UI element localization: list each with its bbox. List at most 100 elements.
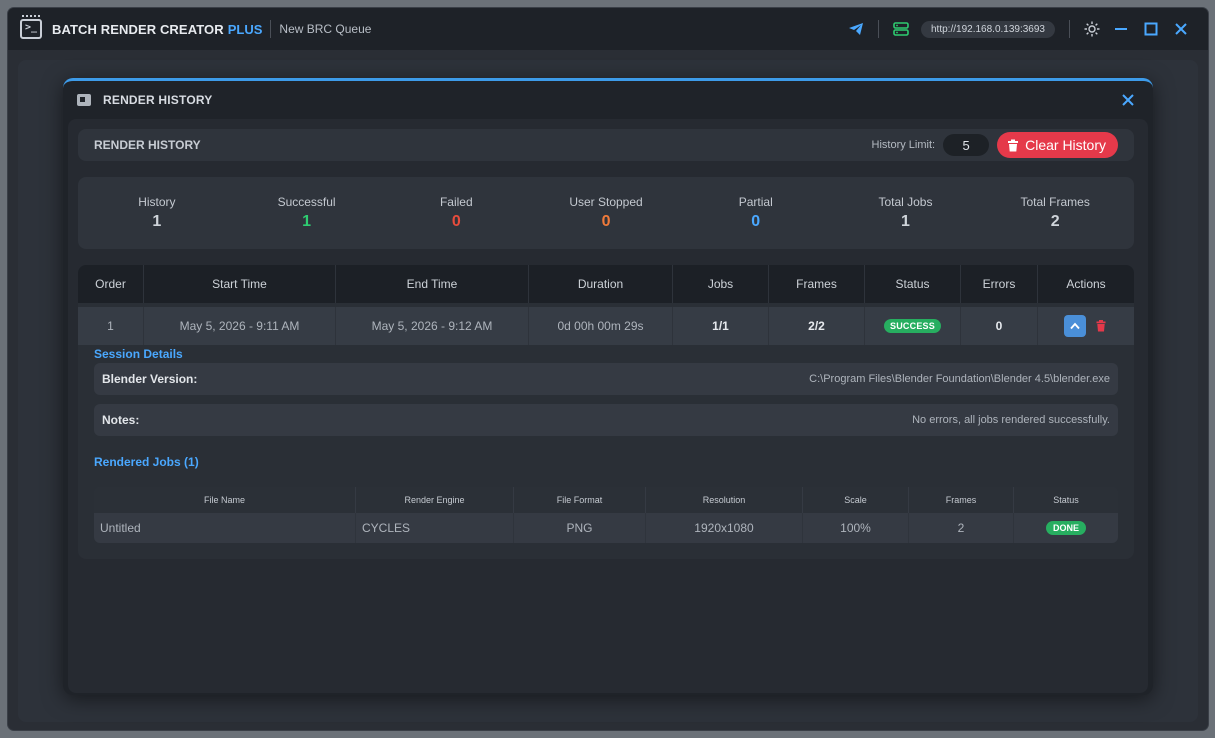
history-limit-label: History Limit: bbox=[871, 139, 936, 151]
job-row[interactable]: Untitled CYCLES PNG 1920x1080 100% 2 DON… bbox=[94, 513, 1118, 543]
job-status: DONE bbox=[1014, 513, 1118, 543]
stat-value: 0 bbox=[601, 213, 611, 230]
column-header[interactable]: Errors bbox=[961, 265, 1038, 303]
chevron-up-icon[interactable] bbox=[1064, 315, 1086, 337]
modal-title: RENDER HISTORY bbox=[103, 93, 213, 107]
cell-end-time: May 5, 2026 - 9:12 AM bbox=[336, 307, 529, 345]
column-header[interactable]: End Time bbox=[336, 265, 529, 303]
cell-status: SUCCESS bbox=[865, 307, 961, 345]
cell-actions bbox=[1038, 307, 1134, 345]
title-divider bbox=[270, 20, 272, 38]
job-frames: 2 bbox=[909, 513, 1014, 543]
stat-label: Total Jobs bbox=[878, 195, 933, 209]
stat-value: 0 bbox=[451, 213, 461, 230]
send-icon[interactable] bbox=[842, 15, 870, 43]
modal-close-icon[interactable] bbox=[1117, 89, 1139, 111]
column-header[interactable]: Order bbox=[78, 265, 144, 303]
column-header: Actions bbox=[1066, 277, 1106, 291]
stat-label: Partial bbox=[738, 195, 773, 209]
table-header: Order Start Time End Time Duration Jobs … bbox=[78, 265, 1134, 303]
cell-duration: 0d 00h 00m 29s bbox=[529, 307, 673, 345]
stat-total-frames: Total Frames 2 bbox=[980, 195, 1130, 231]
sun-icon[interactable] bbox=[1078, 15, 1106, 43]
stat-value: 2 bbox=[1050, 213, 1060, 230]
close-icon[interactable] bbox=[1166, 15, 1196, 43]
history-limit-input[interactable] bbox=[943, 134, 990, 156]
stats-panel: History 1 Successful 1 Failed 0 User Sto… bbox=[78, 177, 1134, 249]
maximize-icon[interactable] bbox=[1136, 15, 1166, 43]
stat-user-stopped: User Stopped 0 bbox=[531, 195, 681, 231]
app-name: BATCH RENDER CREATOR bbox=[52, 21, 224, 37]
stat-label: User Stopped bbox=[569, 195, 643, 209]
cell-errors: 0 bbox=[961, 307, 1038, 345]
stat-history: History 1 bbox=[82, 195, 232, 231]
column-header[interactable]: Start Time bbox=[144, 265, 336, 303]
status-badge: SUCCESS bbox=[884, 319, 941, 333]
terminal-window-icon: >_ bbox=[20, 15, 42, 39]
column-header[interactable]: Jobs bbox=[673, 265, 769, 303]
job-status-badge: DONE bbox=[1045, 521, 1086, 535]
column-header: Scale bbox=[803, 487, 909, 513]
column-header[interactable]: Duration bbox=[529, 265, 673, 303]
table-row[interactable]: 1 May 5, 2026 - 9:11 AM May 5, 2026 - 9:… bbox=[78, 307, 1134, 345]
cell-jobs: 1/1 bbox=[673, 307, 769, 345]
column-header: File Format bbox=[514, 487, 646, 513]
clear-history-button[interactable]: Clear History bbox=[997, 132, 1118, 158]
blender-version-label: Blender Version: bbox=[102, 372, 198, 386]
stat-label: History bbox=[138, 195, 176, 209]
trash-icon bbox=[1008, 139, 1019, 151]
modal-header: RENDER HISTORY bbox=[63, 81, 1153, 119]
stat-value: 1 bbox=[152, 213, 162, 230]
title-divider bbox=[1069, 20, 1070, 38]
notes-row: Notes: No errors, all jobs rendered succ… bbox=[94, 404, 1118, 436]
clear-history-label: Clear History bbox=[1025, 137, 1106, 153]
stat-value: 0 bbox=[751, 213, 761, 230]
stat-value: 1 bbox=[901, 213, 910, 230]
server-url[interactable]: http://192.168.0.139:3693 bbox=[921, 20, 1055, 38]
trash-icon[interactable] bbox=[1094, 319, 1108, 333]
notes-label: Notes: bbox=[102, 413, 140, 427]
stat-total-jobs: Total Jobs 1 bbox=[831, 195, 981, 231]
section-title: RENDER HISTORY bbox=[94, 138, 201, 152]
stat-label: Failed bbox=[439, 195, 473, 209]
job-file-name: Untitled bbox=[94, 513, 356, 543]
session-details-title: Session Details bbox=[94, 347, 183, 361]
job-scale: 100% bbox=[803, 513, 909, 543]
title-divider bbox=[878, 20, 879, 38]
stat-value: 1 bbox=[302, 213, 312, 230]
history-folder-icon bbox=[77, 94, 91, 106]
job-render-engine: CYCLES bbox=[356, 513, 514, 543]
blender-version-row: Blender Version: C:\Program Files\Blende… bbox=[94, 363, 1118, 395]
column-header[interactable]: Frames bbox=[769, 265, 865, 303]
job-resolution: 1920x1080 bbox=[646, 513, 803, 543]
stat-successful: Successful 1 bbox=[232, 195, 382, 231]
column-header: Render Engine bbox=[356, 487, 514, 513]
session-details: Session Details Blender Version: C:\Prog… bbox=[78, 347, 1134, 559]
cell-frames: 2/2 bbox=[769, 307, 865, 345]
server-icon[interactable] bbox=[887, 15, 915, 43]
rendered-jobs-title: Rendered Jobs (1) bbox=[94, 455, 199, 469]
notes-value: No errors, all jobs rendered successfull… bbox=[912, 414, 1110, 426]
title-bar: >_ BATCH RENDER CREATOR PLUS New BRC Que… bbox=[8, 8, 1208, 50]
history-controls: History Limit: Clear History bbox=[872, 132, 1118, 158]
render-history-modal: RENDER HISTORY RENDER HISTORY History Li… bbox=[63, 78, 1153, 695]
queue-name[interactable]: New BRC Queue bbox=[279, 22, 371, 36]
jobs-header: File Name Render Engine File Format Reso… bbox=[94, 487, 1118, 513]
column-header: Resolution bbox=[646, 487, 803, 513]
job-file-format: PNG bbox=[514, 513, 646, 543]
stat-partial: Partial 0 bbox=[681, 195, 831, 231]
stat-failed: Failed 0 bbox=[381, 195, 531, 231]
blender-version-value: C:\Program Files\Blender Foundation\Blen… bbox=[809, 373, 1110, 385]
column-header: File Name bbox=[94, 487, 356, 513]
column-header: Status bbox=[1053, 495, 1079, 505]
cell-start-time: May 5, 2026 - 9:11 AM bbox=[144, 307, 336, 345]
title-actions: http://192.168.0.139:3693 bbox=[842, 15, 1196, 43]
cell-order: 1 bbox=[78, 307, 144, 345]
modal-body: RENDER HISTORY History Limit: Clear Hist… bbox=[68, 119, 1148, 693]
minimize-icon[interactable] bbox=[1106, 15, 1136, 43]
history-table: Order Start Time End Time Duration Jobs … bbox=[78, 265, 1134, 559]
column-header: Frames bbox=[909, 487, 1014, 513]
column-header[interactable]: Status bbox=[865, 265, 961, 303]
rendered-jobs-table: File Name Render Engine File Format Reso… bbox=[94, 487, 1118, 543]
history-header: RENDER HISTORY History Limit: Clear Hist… bbox=[78, 129, 1134, 161]
